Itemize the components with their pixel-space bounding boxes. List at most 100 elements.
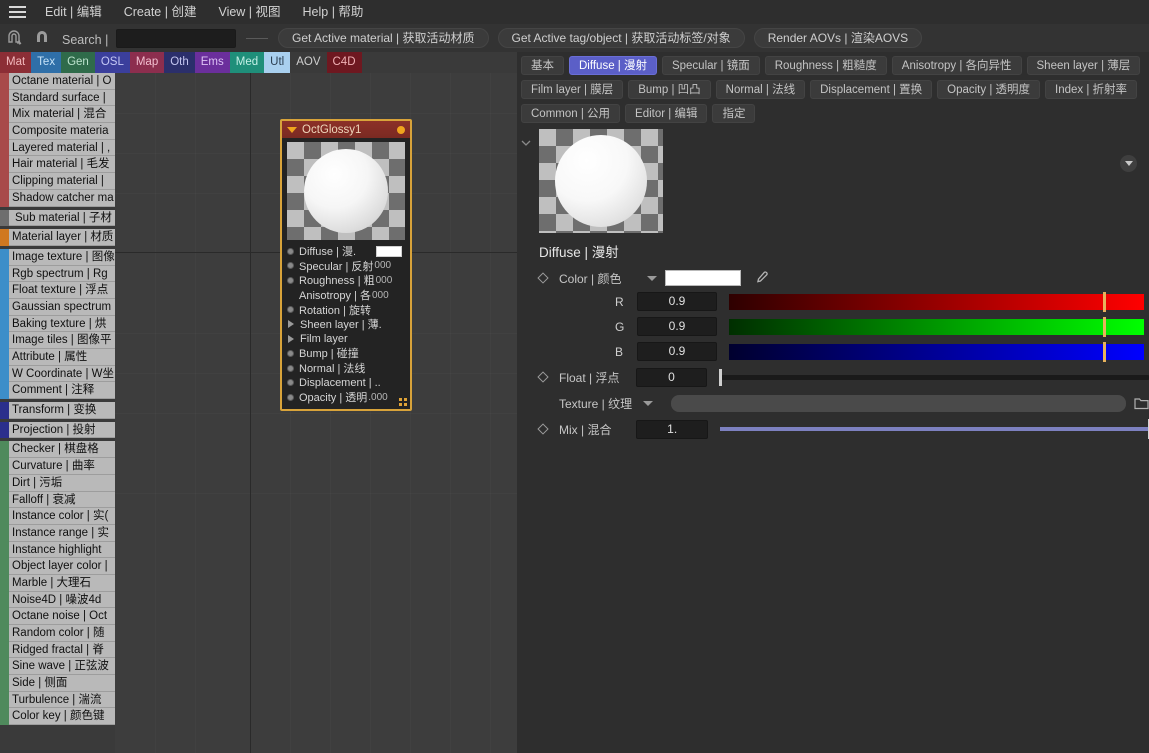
- chevron-down-icon[interactable]: [521, 133, 531, 139]
- float-value-input[interactable]: 0: [636, 368, 708, 387]
- menu-item-edit[interactable]: Edit | 编辑: [34, 0, 113, 24]
- list-item[interactable]: Clipping material |: [0, 173, 115, 190]
- category-tab-tex[interactable]: Tex: [31, 52, 61, 73]
- triangle-down-icon[interactable]: [287, 127, 297, 133]
- tab-4[interactable]: Anisotropy | 各向异性: [892, 56, 1022, 75]
- list-item[interactable]: Object layer color |: [0, 558, 115, 575]
- channel-value-input[interactable]: 0.9: [637, 292, 717, 311]
- list-item[interactable]: Hair material | 毛发: [0, 156, 115, 173]
- node-library-sidebar[interactable]: Octane material | OStandard surface |Mix…: [0, 73, 115, 753]
- list-item[interactable]: Curvature | 曲率: [0, 458, 115, 475]
- animate-diamond-icon[interactable]: [537, 371, 548, 382]
- port-socket-icon[interactable]: [287, 350, 294, 357]
- node-magnet-icon[interactable]: [0, 24, 28, 52]
- color-swatch[interactable]: [665, 270, 741, 286]
- list-item[interactable]: Dirt | 污垢: [0, 475, 115, 492]
- list-item[interactable]: Octane noise | Oct: [0, 608, 115, 625]
- channel-gradient-slider[interactable]: [729, 344, 1144, 360]
- tab-1[interactable]: Diffuse | 漫射: [569, 56, 657, 75]
- orange-dot-icon[interactable]: [397, 126, 405, 134]
- node-port[interactable]: Rotation | 旋转: [282, 302, 410, 317]
- triangle-right-icon[interactable]: [288, 320, 294, 328]
- list-item[interactable]: Octane material | O: [0, 73, 115, 90]
- tab-9[interactable]: Displacement | 置换: [810, 80, 932, 99]
- list-item[interactable]: Layered material | ,: [0, 140, 115, 157]
- tab-14[interactable]: 指定: [712, 104, 755, 123]
- list-item[interactable]: Mix material | 混合: [0, 106, 115, 123]
- search-input[interactable]: [116, 29, 236, 48]
- category-tab-utl[interactable]: Utl: [264, 52, 290, 73]
- color-mode-dropdown-button[interactable]: [1120, 155, 1137, 172]
- node-port-color-swatch[interactable]: [376, 246, 402, 257]
- port-socket-icon[interactable]: [287, 365, 294, 372]
- get-active-tag-object-button[interactable]: Get Active tag/object | 获取活动标签/对象: [498, 28, 745, 48]
- animate-diamond-icon[interactable]: [537, 272, 548, 283]
- category-tab-c4d[interactable]: C4D: [327, 52, 362, 73]
- list-item[interactable]: Marble | 大理石: [0, 575, 115, 592]
- list-item[interactable]: Composite materia: [0, 123, 115, 140]
- folder-icon[interactable]: [1134, 397, 1149, 410]
- list-item[interactable]: Material layer | 材质: [0, 229, 115, 246]
- list-item[interactable]: Rgb spectrum | Rg: [0, 266, 115, 283]
- category-tab-oth[interactable]: Oth: [164, 52, 195, 73]
- port-socket-icon[interactable]: [287, 248, 294, 255]
- render-aovs-button[interactable]: Render AOVs | 渲染AOVS: [754, 28, 923, 48]
- category-tab-mat[interactable]: Mat: [0, 52, 31, 73]
- list-item[interactable]: Noise4D | 噪波4d: [0, 592, 115, 609]
- resize-grip-icon[interactable]: [399, 398, 408, 407]
- node-port[interactable]: Roughness | 粗000: [282, 273, 410, 288]
- node-port[interactable]: Normal | 法线: [282, 361, 410, 376]
- caret-down-icon[interactable]: [647, 276, 657, 281]
- port-socket-icon[interactable]: [287, 394, 294, 401]
- animate-diamond-icon[interactable]: [537, 423, 548, 434]
- triangle-right-icon[interactable]: [288, 335, 294, 343]
- port-socket-icon[interactable]: [287, 262, 294, 269]
- list-item[interactable]: Transform | 变换: [0, 402, 115, 419]
- list-item[interactable]: Float texture | 浮点: [0, 282, 115, 299]
- list-item[interactable]: W Coordinate | W坐: [0, 366, 115, 383]
- list-item[interactable]: Baking texture | 烘: [0, 316, 115, 333]
- node-port[interactable]: Anisotropy | 各000: [282, 288, 410, 303]
- channel-value-input[interactable]: 0.9: [637, 342, 717, 361]
- node-header[interactable]: OctGlossy1: [282, 121, 410, 138]
- node-port[interactable]: Specular | 反射000: [282, 259, 410, 274]
- tab-7[interactable]: Bump | 凹凸: [628, 80, 710, 99]
- list-item[interactable]: Color key | 颜色键: [0, 708, 115, 725]
- list-item[interactable]: Instance highlight: [0, 542, 115, 559]
- tab-10[interactable]: Opacity | 透明度: [937, 80, 1040, 99]
- menu-item-view[interactable]: View | 视图: [207, 0, 291, 24]
- tab-5[interactable]: Sheen layer | 薄层: [1027, 56, 1141, 75]
- list-item[interactable]: Gaussian spectrum: [0, 299, 115, 316]
- tab-11[interactable]: Index | 折射率: [1045, 80, 1137, 99]
- list-item[interactable]: Random color | 随: [0, 625, 115, 642]
- category-tab-gen[interactable]: Gen: [61, 52, 95, 73]
- category-tab-med[interactable]: Med: [230, 52, 264, 73]
- list-item[interactable]: Image texture | 图像: [0, 249, 115, 266]
- tab-12[interactable]: Common | 公用: [521, 104, 620, 123]
- float-slider[interactable]: [719, 375, 1149, 380]
- menu-item-help[interactable]: Help | 帮助: [292, 0, 375, 24]
- node-graph-canvas[interactable]: OctGlossy1 Diffuse | 漫.Specular | 反射000R…: [115, 73, 517, 753]
- category-tab-aov[interactable]: AOV: [290, 52, 326, 73]
- list-item[interactable]: Projection | 投射: [0, 422, 115, 439]
- node-port[interactable]: Sheen layer | 薄.: [282, 317, 410, 332]
- list-item[interactable]: Sine wave | 正弦波: [0, 658, 115, 675]
- list-item[interactable]: Instance range | 实: [0, 525, 115, 542]
- caret-down-icon[interactable]: [643, 401, 653, 406]
- hamburger-menu-icon[interactable]: [0, 0, 34, 24]
- tab-0[interactable]: 基本: [521, 56, 564, 75]
- list-item[interactable]: Instance color | 实(: [0, 508, 115, 525]
- list-item[interactable]: Attribute | 属性: [0, 349, 115, 366]
- node-port[interactable]: Opacity | 透明.000: [282, 390, 410, 405]
- node-port[interactable]: Diffuse | 漫.: [282, 244, 410, 259]
- list-item[interactable]: Turbulence | 湍流: [0, 692, 115, 709]
- channel-gradient-slider[interactable]: [729, 294, 1144, 310]
- category-tab-map[interactable]: Map: [130, 52, 164, 73]
- node-port[interactable]: Bump | 碰撞: [282, 346, 410, 361]
- channel-gradient-slider[interactable]: [729, 319, 1144, 335]
- get-active-material-button[interactable]: Get Active material | 获取活动材质: [278, 28, 489, 48]
- list-item[interactable]: Shadow catcher ma: [0, 190, 115, 207]
- tab-8[interactable]: Normal | 法线: [716, 80, 805, 99]
- category-tab-osl[interactable]: OSL: [95, 52, 130, 73]
- list-item[interactable]: Sub material | 子材: [0, 210, 115, 227]
